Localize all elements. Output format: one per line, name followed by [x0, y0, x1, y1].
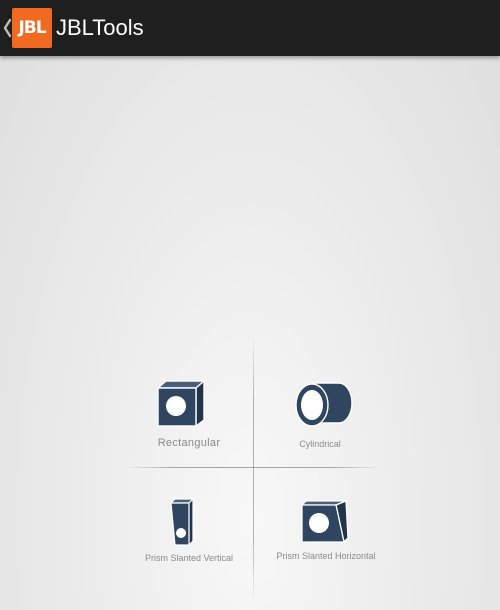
grid-divider-vertical: [253, 335, 254, 605]
action-bar: JBL JBLTools: [0, 0, 500, 56]
enclosure-label-cylindrical: Cylindrical: [299, 439, 341, 449]
cylindrical-box-icon: [295, 382, 353, 427]
enclosure-option-cylindrical[interactable]: Cylindrical: [255, 370, 385, 465]
enclosure-label-rectangular: Rectangular: [157, 437, 221, 449]
prism-slanted-vertical-icon: [170, 498, 194, 546]
enclosure-label-prism-slanted-horizontal: Prism Slanted Horizontal: [276, 551, 376, 561]
prism-slanted-horizontal-icon: [301, 500, 349, 543]
chevron-left-icon[interactable]: [2, 17, 12, 39]
enclosure-option-prism-slanted-horizontal[interactable]: Prism Slanted Horizontal: [255, 492, 397, 572]
grid-divider-horizontal: [125, 467, 380, 468]
app-logo-text: JBL: [18, 18, 46, 38]
app-title: JBLTools: [56, 15, 144, 40]
enclosure-option-prism-slanted-vertical[interactable]: Prism Slanted Vertical: [126, 492, 252, 572]
screen: JBL JBLTools Rectangular Cylindrical Pri…: [0, 0, 500, 610]
app-logo[interactable]: JBL: [12, 8, 52, 48]
rectangular-box-icon: [157, 380, 205, 427]
enclosure-label-prism-slanted-vertical: Prism Slanted Vertical: [144, 553, 234, 563]
enclosure-option-rectangular[interactable]: Rectangular: [126, 370, 252, 465]
